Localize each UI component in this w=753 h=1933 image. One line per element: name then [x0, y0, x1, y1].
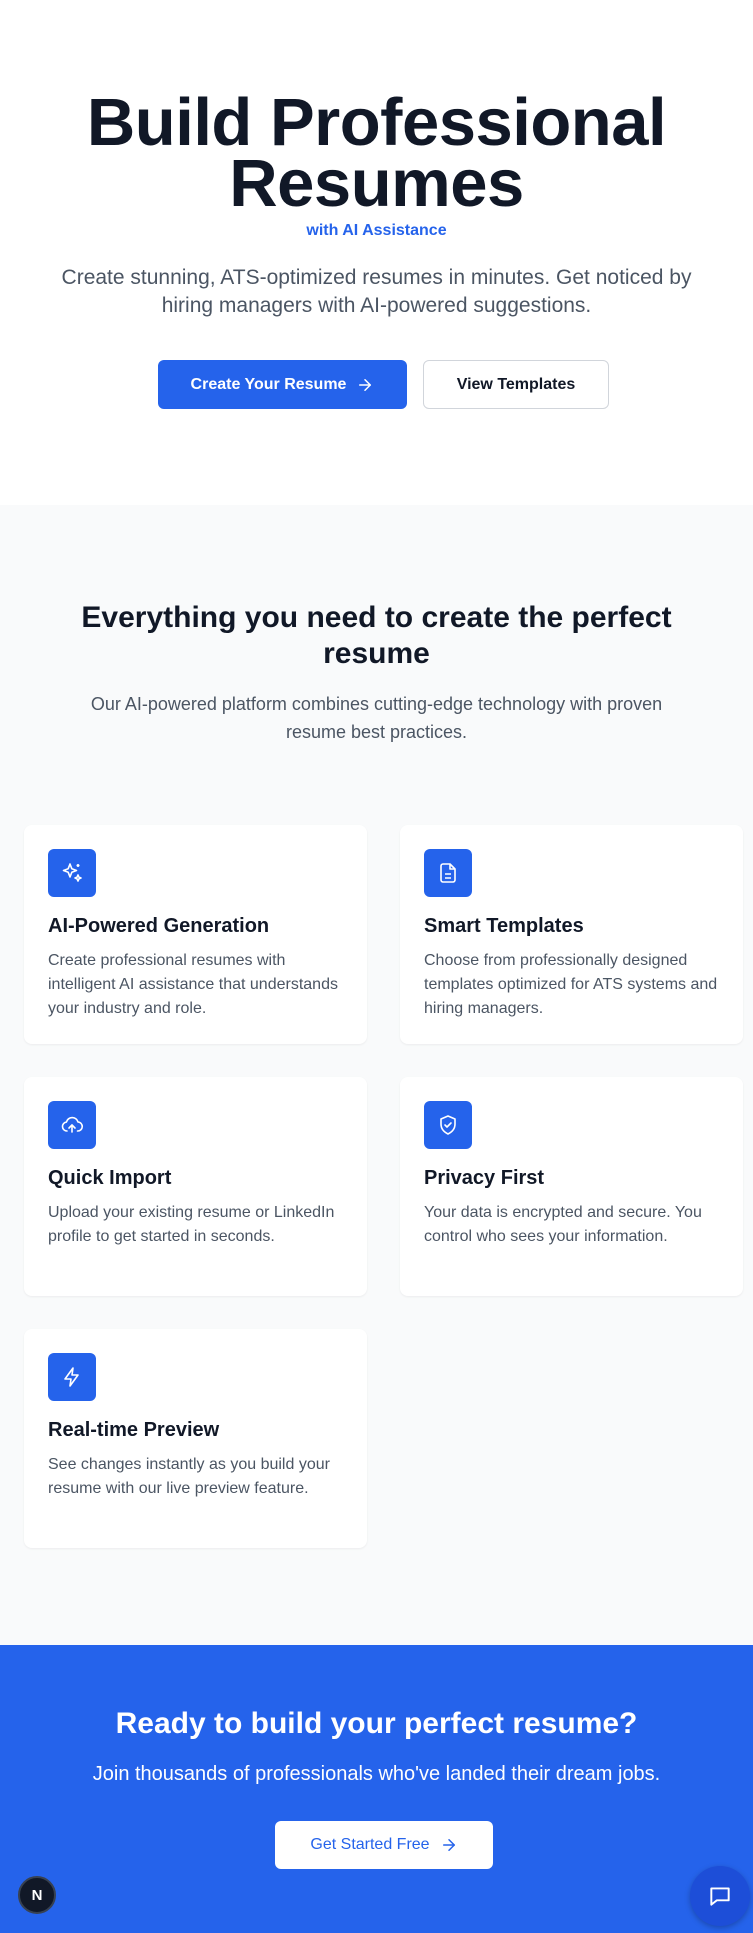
cta-section: Ready to build your perfect resume? Join… — [0, 1645, 753, 1933]
sparkles-icon — [48, 849, 96, 897]
shield-check-icon — [424, 1101, 472, 1149]
feature-card-privacy-first: Privacy First Your data is encrypted and… — [400, 1077, 743, 1296]
framework-badge[interactable]: N — [18, 1876, 56, 1914]
hero-subtitle: with AI Assistance — [306, 222, 447, 239]
feature-card-smart-templates: Smart Templates Choose from professional… — [400, 825, 743, 1044]
hero-description: Create stunning, ATS-optimized resumes i… — [61, 266, 692, 317]
hero-title: Build Professional Resumes — [0, 89, 753, 217]
create-resume-label: Create Your Resume — [190, 375, 347, 393]
feature-description: Choose from professionally designed temp… — [424, 952, 718, 1017]
view-templates-button[interactable]: View Templates — [423, 360, 609, 409]
view-templates-label: View Templates — [456, 375, 576, 393]
get-started-button[interactable]: Get Started Free — [275, 1821, 493, 1869]
feature-description: See changes instantly as you build your … — [48, 1456, 330, 1497]
lightning-icon — [48, 1353, 96, 1401]
feature-title: Real-time Preview — [48, 1419, 220, 1441]
create-resume-button[interactable]: Create Your Resume — [158, 360, 407, 409]
features-description: Our AI-powered platform combines cutting… — [90, 694, 663, 742]
feature-title: Privacy First — [424, 1167, 545, 1189]
chat-widget-button[interactable] — [690, 1866, 750, 1926]
arrow-right-icon — [442, 1839, 455, 1851]
cta-title: Ready to build your perfect resume? — [115, 1707, 638, 1740]
feature-title: AI-Powered Generation — [48, 915, 270, 937]
features-title: Everything you need to create the perfec… — [81, 601, 672, 670]
feature-description: Create professional resumes with intelli… — [48, 952, 338, 1017]
feature-description: Your data is encrypted and secure. You c… — [424, 1204, 702, 1245]
feature-title: Smart Templates — [424, 915, 584, 937]
feature-title: Quick Import — [48, 1167, 172, 1189]
features-section: Everything you need to create the perfec… — [0, 505, 753, 1645]
feature-card-ai-generation: AI-Powered Generation Create professiona… — [24, 825, 367, 1044]
framework-badge-label: N — [31, 1886, 43, 1904]
feature-card-realtime-preview: Real-time Preview See changes instantly … — [24, 1329, 367, 1548]
hero-section: Build Professional Resumes with AI Assis… — [0, 0, 753, 505]
feature-card-quick-import: Quick Import Upload your existing resume… — [24, 1077, 367, 1296]
get-started-label: Get Started Free — [310, 1836, 430, 1853]
arrow-right-icon — [359, 378, 372, 391]
document-icon — [424, 849, 472, 897]
cloud-upload-icon — [48, 1101, 96, 1149]
chat-icon — [710, 1887, 730, 1906]
cta-description: Join thousands of professionals who've l… — [92, 1763, 661, 1785]
feature-description: Upload your existing resume or LinkedIn … — [48, 1204, 335, 1245]
hero-title-text: Build Professional Resumes — [86, 85, 667, 221]
